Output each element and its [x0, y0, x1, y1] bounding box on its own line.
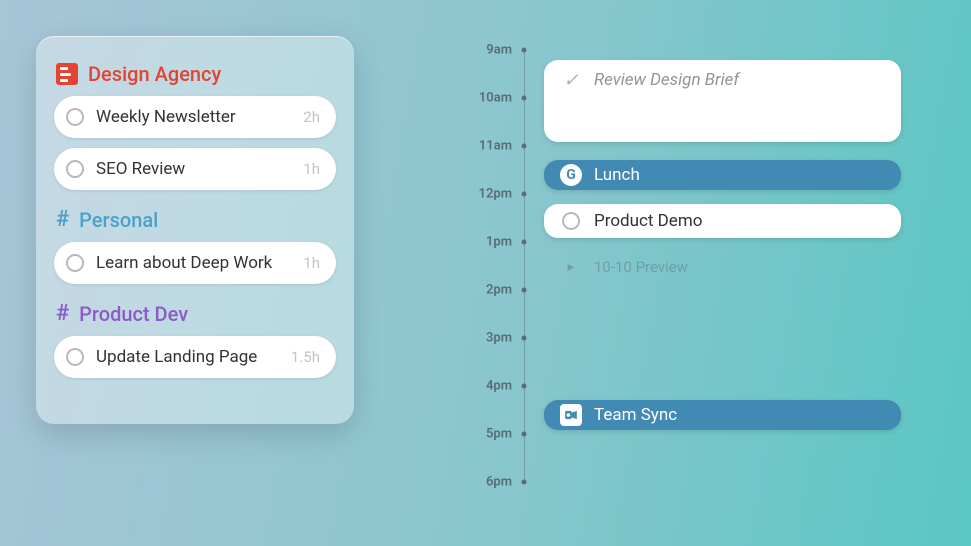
- section-header[interactable]: Design Agency: [56, 62, 334, 86]
- hour-dot-icon: [522, 192, 527, 197]
- checkbox-icon[interactable]: [66, 254, 84, 272]
- hour-dot-icon: [522, 48, 527, 53]
- hour-dot-icon: [522, 144, 527, 149]
- section-title: Design Agency: [88, 62, 221, 86]
- triangle-icon: ▸: [560, 256, 582, 278]
- outlook-icon: [560, 404, 582, 426]
- section-product-dev: # Product Dev Update Landing Page 1.5h: [54, 302, 336, 378]
- timeline: 9am10am11am12pm1pm2pm3pm4pm5pm6pm ✓Revie…: [470, 50, 901, 516]
- event-title: Lunch: [594, 165, 885, 185]
- task-title: Learn about Deep Work: [96, 253, 295, 273]
- hour-dot-icon: [522, 480, 527, 485]
- section-header[interactable]: # Personal: [56, 208, 334, 232]
- hour-dot-icon: [522, 96, 527, 101]
- task-duration: 1.5h: [291, 348, 320, 366]
- section-header[interactable]: # Product Dev: [56, 302, 334, 326]
- task-row[interactable]: Learn about Deep Work 1h: [54, 242, 336, 284]
- section-design-agency: Design Agency Weekly Newsletter 2h SEO R…: [54, 62, 336, 190]
- section-title: Personal: [79, 208, 158, 232]
- todoist-icon: [56, 63, 78, 85]
- section-personal: # Personal Learn about Deep Work 1h: [54, 208, 336, 284]
- section-title: Product Dev: [79, 302, 188, 326]
- hour-label: 5pm: [470, 427, 512, 442]
- hour-label: 2pm: [470, 283, 512, 298]
- hour-dot-icon: [522, 288, 527, 293]
- task-duration: 1h: [303, 160, 320, 178]
- task-title: Weekly Newsletter: [96, 107, 295, 127]
- hour-dot-icon: [522, 336, 527, 341]
- event-title: Product Demo: [594, 211, 885, 231]
- task-row[interactable]: SEO Review 1h: [54, 148, 336, 190]
- hour-label: 10am: [470, 91, 512, 106]
- task-row[interactable]: Weekly Newsletter 2h: [54, 96, 336, 138]
- hour-dot-icon: [522, 240, 527, 245]
- calendar-event: ▸ 10-10 Preview: [544, 252, 901, 282]
- google-icon: G: [560, 164, 582, 186]
- calendar-event[interactable]: Product Demo: [544, 204, 901, 238]
- hour-label: 9am: [470, 43, 512, 58]
- hour-dot-icon: [522, 384, 527, 389]
- hour-label: 4pm: [470, 379, 512, 394]
- task-title: SEO Review: [96, 159, 295, 179]
- checkbox-icon[interactable]: [66, 160, 84, 178]
- timeline-events: ✓ Review Design Brief G Lunch Product Demo ▸ 1…: [544, 50, 901, 516]
- task-row[interactable]: Update Landing Page 1.5h: [54, 336, 336, 378]
- hash-icon: #: [56, 303, 69, 325]
- hour-dot-icon: [522, 432, 527, 437]
- calendar-event[interactable]: Team Sync: [544, 400, 901, 430]
- hour-label: 1pm: [470, 235, 512, 250]
- calendar-event[interactable]: G Lunch: [544, 160, 901, 190]
- checkbox-icon[interactable]: [66, 348, 84, 366]
- task-duration: 2h: [303, 108, 320, 126]
- event-title: Review Design Brief: [594, 70, 885, 90]
- task-title: Update Landing Page: [96, 347, 283, 367]
- event-title: Team Sync: [594, 405, 885, 425]
- hash-icon: #: [56, 209, 69, 231]
- hour-label: 6pm: [470, 475, 512, 490]
- hour-label: 3pm: [470, 331, 512, 346]
- calendar-event[interactable]: ✓ Review Design Brief: [544, 60, 901, 142]
- task-panel: Design Agency Weekly Newsletter 2h SEO R…: [36, 36, 354, 424]
- checkbox-icon[interactable]: [66, 108, 84, 126]
- hour-label: 12pm: [470, 187, 512, 202]
- hour-label: 11am: [470, 139, 512, 154]
- task-duration: 1h: [303, 254, 320, 272]
- checkmark-icon: ✓: [560, 70, 582, 92]
- timeline-axis: [524, 50, 525, 482]
- event-title: 10-10 Preview: [594, 258, 885, 276]
- checkbox-icon[interactable]: [560, 210, 582, 232]
